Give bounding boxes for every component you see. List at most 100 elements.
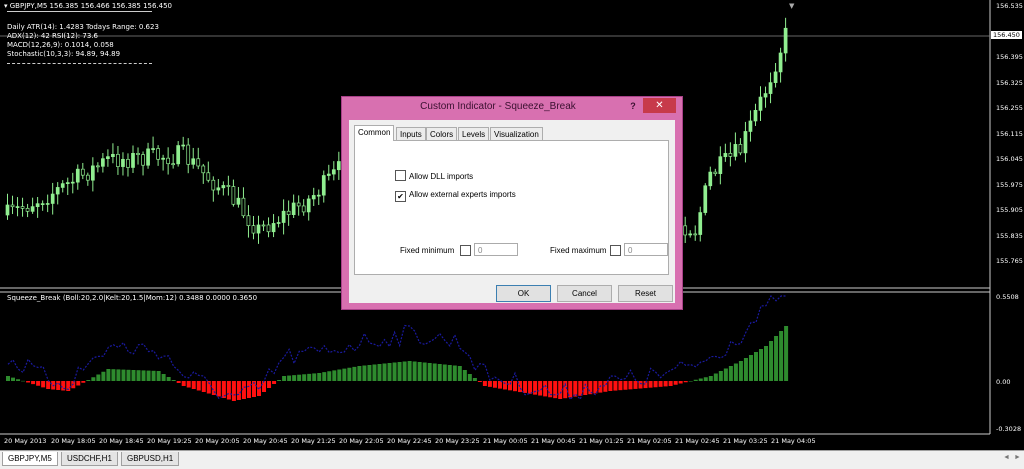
candle-body	[111, 153, 115, 158]
candle-body	[156, 148, 160, 160]
scroll-left-icon[interactable]: ◄	[1003, 454, 1010, 461]
candle-body	[60, 183, 65, 188]
candle-body	[688, 233, 693, 236]
histogram-bar	[166, 377, 171, 381]
time-tick: 21 May 00:45	[531, 437, 576, 445]
histogram-bar	[262, 381, 267, 392]
candle-body	[70, 181, 75, 184]
candle-body	[241, 197, 246, 217]
histogram-bar	[106, 369, 111, 381]
dialog-title: Custom Indicator - Squeeze_Break	[420, 101, 576, 112]
histogram-bar	[392, 362, 397, 381]
candle-body	[728, 153, 733, 157]
time-tick: 21 May 03:25	[723, 437, 768, 445]
candle-body	[326, 173, 331, 176]
price-tick: 156.325	[996, 79, 1023, 87]
cancel-button[interactable]: Cancel	[557, 285, 612, 302]
fixed-minimum-input[interactable]: 0	[474, 243, 518, 256]
histogram-bar	[748, 355, 753, 381]
histogram-bar	[352, 366, 357, 381]
candle-body	[301, 205, 306, 213]
histogram-bar	[759, 349, 763, 381]
candle-body	[768, 82, 773, 94]
histogram-bar	[608, 381, 613, 391]
histogram-bar	[733, 363, 738, 381]
chart-shift-marker-icon[interactable]: ▼	[789, 2, 794, 10]
allow-experts-label: Allow external experts imports	[409, 190, 516, 199]
ok-button[interactable]: OK	[496, 285, 551, 302]
histogram-bar	[533, 381, 538, 395]
histogram-bar	[141, 370, 146, 381]
fixed-minimum-checkbox[interactable]	[460, 245, 471, 256]
candle-body	[90, 165, 95, 181]
candle-body	[161, 157, 165, 160]
histogram-bar	[708, 376, 713, 381]
scroll-right-icon[interactable]: ►	[1014, 454, 1021, 461]
histogram-bar	[41, 381, 46, 388]
histogram-bar	[31, 381, 36, 385]
time-tick: 20 May 18:45	[99, 437, 144, 445]
allow-experts-checkbox[interactable]: ✔	[395, 191, 406, 202]
close-button[interactable]: ✕	[643, 98, 676, 113]
histogram-bar	[673, 381, 678, 385]
histogram-bar	[367, 365, 372, 381]
tab-usdchf-h1[interactable]: USDCHF,H1	[61, 452, 118, 466]
candle-body	[251, 225, 256, 234]
histogram-bar	[427, 363, 432, 381]
histogram-bar	[322, 372, 327, 381]
histogram-bar	[56, 381, 61, 390]
histogram-bar	[633, 381, 638, 389]
tab-levels[interactable]: Levels	[458, 127, 490, 141]
price-tick: 155.765	[996, 257, 1023, 265]
tab-gbpusd-h1[interactable]: GBPUSD,H1	[121, 452, 180, 466]
histogram-bar	[683, 381, 688, 383]
fixed-maximum-input[interactable]: 0	[624, 243, 668, 256]
histogram-bar	[81, 381, 86, 383]
histogram-bar	[317, 373, 322, 381]
candle-body	[25, 208, 30, 212]
candle-body	[211, 179, 216, 191]
histogram-bar	[372, 364, 377, 381]
histogram-bar	[623, 381, 628, 390]
tab-visualization[interactable]: Visualization	[490, 127, 543, 141]
histogram-bar	[718, 371, 723, 381]
time-tick: 20 May 22:45	[387, 437, 432, 445]
histogram-bar	[156, 371, 161, 381]
price-tick: 156.115	[996, 130, 1023, 138]
help-button[interactable]: ?	[626, 99, 640, 113]
histogram-bar	[91, 377, 96, 381]
allow-experts-row[interactable]: ✔ Allow external experts imports	[395, 190, 516, 202]
candle-body	[256, 224, 261, 234]
histogram-bar	[181, 381, 186, 386]
price-tick: 155.975	[996, 181, 1023, 189]
info-separator-bottom	[7, 63, 152, 64]
time-tick: 21 May 00:05	[483, 437, 528, 445]
histogram-bar	[508, 381, 512, 391]
candle-body	[176, 145, 181, 165]
candle-body	[738, 144, 743, 154]
allow-dll-row[interactable]: Allow DLL imports	[395, 170, 473, 182]
tab-common[interactable]: Common	[354, 125, 395, 141]
candle-body	[116, 153, 120, 167]
candle-body	[271, 223, 276, 233]
fixed-maximum-checkbox[interactable]	[610, 245, 621, 256]
candle-body	[783, 27, 788, 54]
tab-inputs[interactable]: Inputs	[396, 127, 426, 141]
histogram-bar	[743, 358, 748, 381]
histogram-bar	[387, 363, 392, 381]
histogram-bar	[442, 364, 447, 381]
candle-body	[321, 175, 326, 196]
candle-body	[96, 165, 100, 168]
histogram-bar	[553, 381, 558, 399]
histogram-bar	[272, 381, 277, 384]
histogram-bar	[111, 369, 116, 381]
tab-colors[interactable]: Colors	[426, 127, 458, 141]
tab-gbpjpy-m5[interactable]: GBPJPY,M5	[2, 452, 58, 466]
allow-dll-checkbox[interactable]	[395, 170, 406, 181]
allow-dll-label: Allow DLL imports	[409, 172, 474, 181]
histogram-bar	[297, 374, 302, 381]
candle-body	[261, 224, 266, 227]
candle-body	[683, 225, 688, 236]
histogram-bar	[663, 381, 668, 387]
reset-button[interactable]: Reset	[618, 285, 673, 302]
